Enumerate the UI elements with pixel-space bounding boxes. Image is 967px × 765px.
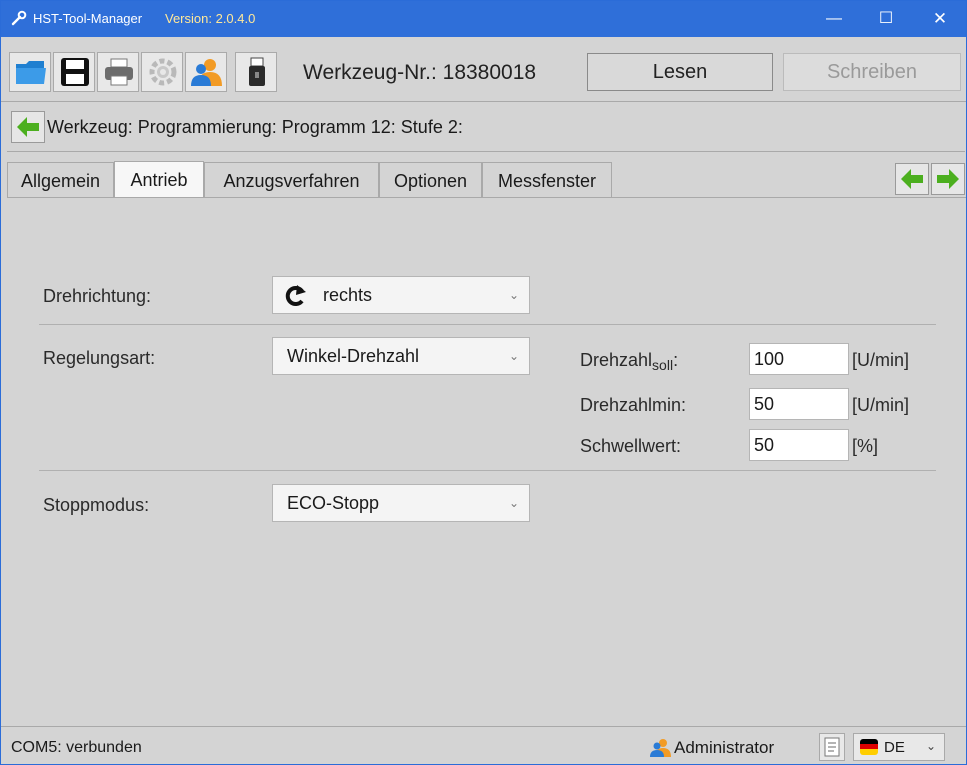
speed-target-unit: [U/min]	[852, 350, 910, 370]
log-button[interactable]	[819, 733, 845, 761]
user-icon	[650, 739, 671, 757]
control-mode-select[interactable]: Winkel-Drehzahl ⌄	[272, 337, 530, 375]
germany-flag-icon	[860, 739, 878, 755]
chevron-down-icon: ⌄	[508, 288, 519, 302]
title-bar: HST-Tool-Manager Version: 2.0.4.0 — ☐ ✕	[1, 1, 966, 37]
threshold-label: Schwellwert:	[580, 436, 682, 456]
direction-label: Drehrichtung:	[43, 286, 152, 306]
chevron-down-icon: ⌄	[926, 739, 937, 753]
version-label: Version: 2.0.4.0	[165, 11, 256, 26]
breadcrumb-divider	[7, 151, 965, 152]
maximize-button[interactable]: ☐	[863, 1, 909, 37]
users-button[interactable]	[185, 52, 227, 92]
speed-target-label: Drehzahlsoll:	[580, 350, 679, 373]
minimize-button[interactable]: —	[811, 1, 857, 37]
speed-target-input[interactable]: 100	[749, 343, 849, 375]
document-icon	[824, 737, 840, 757]
language-code: DE	[884, 739, 905, 756]
write-button[interactable]: Schreiben	[783, 53, 961, 91]
folder-icon	[16, 61, 46, 84]
toolbar: Werkzeug-Nr.: 18380018 Lesen Schreiben	[1, 37, 966, 101]
usb-icon	[249, 57, 265, 86]
tab-anzugsverfahren[interactable]: Anzugsverfahren	[204, 162, 379, 197]
status-bar: COM5: verbunden Administrator DE ⌄	[1, 726, 966, 764]
user-name[interactable]: Administrator	[674, 738, 774, 758]
settings-button[interactable]	[141, 52, 183, 92]
drive-settings-panel: Drehrichtung: rechts ⌄ Regelungsart: Win…	[7, 197, 966, 726]
section-divider	[39, 470, 936, 471]
stop-mode-value: ECO-Stopp	[287, 493, 380, 513]
language-select[interactable]: DE ⌄	[853, 733, 945, 761]
clockwise-arrow-icon	[285, 285, 306, 306]
print-button[interactable]	[97, 52, 139, 92]
threshold-input[interactable]: 50	[749, 429, 849, 461]
save-button[interactable]	[53, 52, 95, 92]
window-title: HST-Tool-Manager	[33, 11, 143, 26]
stop-mode-label: Stoppmodus:	[43, 495, 150, 515]
threshold-unit: [%]	[852, 436, 879, 456]
stop-mode-select[interactable]: ECO-Stopp ⌄	[272, 484, 530, 522]
open-button[interactable]	[9, 52, 51, 92]
chevron-down-icon: ⌄	[508, 349, 519, 363]
direction-value: rechts	[323, 285, 373, 305]
arrow-left-icon	[901, 169, 923, 189]
read-button[interactable]: Lesen	[587, 53, 773, 91]
settings-icon	[149, 58, 177, 86]
app-window: HST-Tool-Manager Version: 2.0.4.0 — ☐ ✕	[0, 0, 967, 765]
control-mode-value: Winkel-Drehzahl	[287, 346, 420, 366]
breadcrumb: Werkzeug: Programmierung: Programm 12: S…	[1, 105, 966, 149]
section-divider	[39, 324, 936, 325]
toolbar-divider	[1, 101, 966, 102]
tab-messfenster[interactable]: Messfenster	[482, 162, 612, 197]
usb-button[interactable]	[235, 52, 277, 92]
control-mode-label: Regelungsart:	[43, 348, 156, 368]
save-icon	[61, 58, 89, 86]
breadcrumb-text: Werkzeug: Programmierung: Programm 12: S…	[47, 117, 463, 137]
connection-status: COM5: verbunden	[11, 739, 142, 756]
speed-min-input[interactable]: 50	[749, 388, 849, 420]
speed-min-unit: [U/min]	[852, 395, 910, 415]
speed-min-label: Drehzahlmin:	[580, 395, 687, 415]
tab-allgemein[interactable]: Allgemein	[7, 162, 114, 197]
next-step-button[interactable]	[931, 163, 965, 195]
tab-optionen[interactable]: Optionen	[379, 162, 482, 197]
previous-step-button[interactable]	[895, 163, 929, 195]
tab-antrieb[interactable]: Antrieb	[114, 161, 204, 198]
arrow-left-icon	[17, 117, 39, 137]
wrench-icon	[11, 10, 27, 26]
step-navigation	[895, 163, 965, 197]
close-button[interactable]: ✕	[917, 1, 963, 37]
arrow-right-icon	[937, 169, 959, 189]
tool-number: Werkzeug-Nr.: 18380018	[303, 61, 537, 84]
print-icon	[105, 58, 133, 86]
chevron-down-icon: ⌄	[508, 496, 519, 510]
direction-select[interactable]: rechts ⌄	[272, 276, 530, 314]
back-button[interactable]	[11, 111, 45, 143]
users-icon	[191, 59, 222, 86]
